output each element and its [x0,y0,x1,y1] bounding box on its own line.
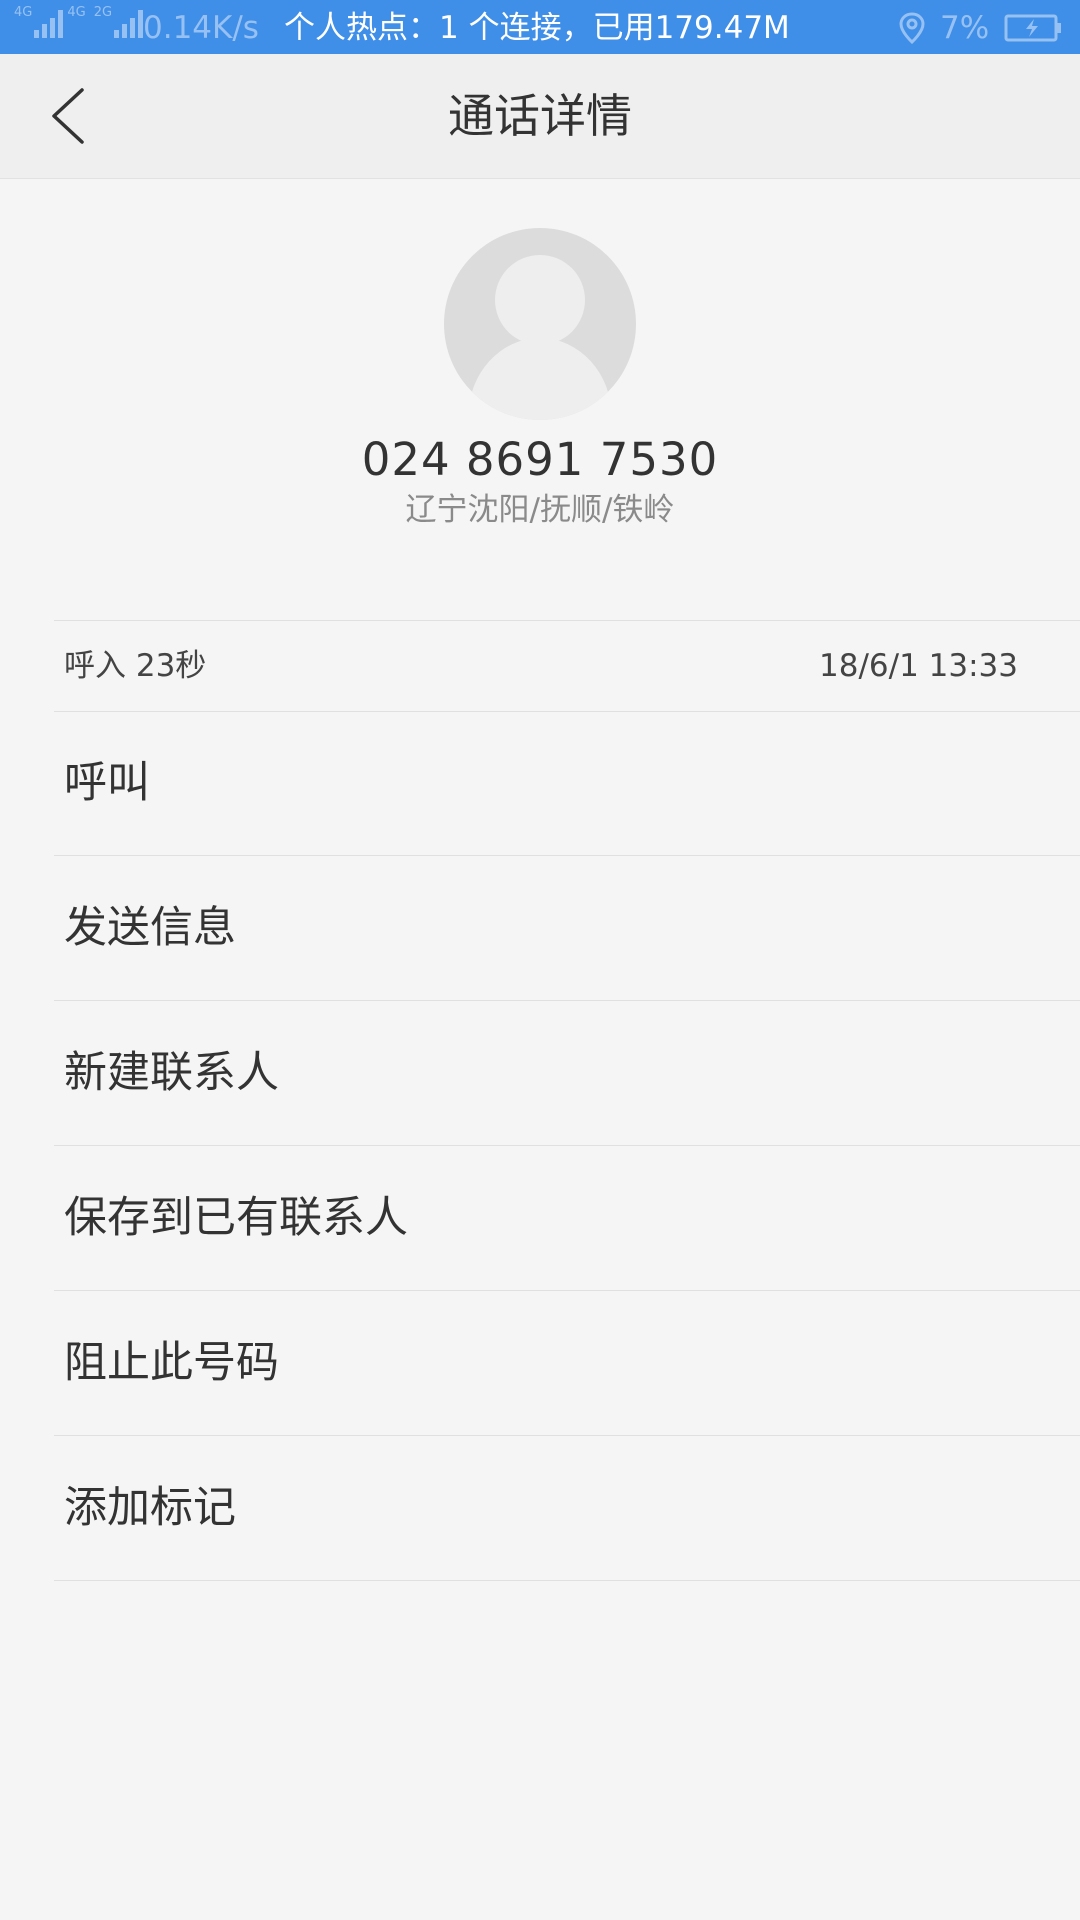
hotspot-status: 个人热点：1 个连接，已用179.47M [284,10,790,46]
action-label: 呼叫 [64,758,150,808]
call-type-duration: 呼入 23秒 [64,648,207,684]
action-label: 新建联系人 [64,1048,279,1098]
action-label: 添加标记 [64,1483,236,1533]
action-label: 发送信息 [64,903,236,953]
new-contact-button[interactable]: 新建联系人 [54,1001,1080,1146]
add-tag-button[interactable]: 添加标记 [54,1436,1080,1581]
action-list: 呼叫 发送信息 新建联系人 保存到已有联系人 阻止此号码 添加标记 [54,711,1080,1581]
status-bar: 4G 4G 2G 0.14K/s 个人热点：1 个连接，已用179.47M 7% [0,0,1080,54]
send-message-button[interactable]: 发送信息 [54,856,1080,1001]
page-title: 通话详情 [448,89,632,143]
signal-bars-icon [34,8,64,38]
location-icon [899,12,925,44]
chevron-left-icon [52,88,84,144]
battery-percentage: 7% [940,10,990,46]
network-type-label: 2G [93,5,113,20]
network-type-label: 4G [67,5,86,20]
back-button[interactable] [40,82,96,150]
battery-charging-icon [1004,14,1061,42]
header-bar: 通话详情 [0,54,1080,179]
block-number-button[interactable]: 阻止此号码 [54,1291,1080,1436]
number-location: 辽宁沈阳/抚顺/铁岭 [405,492,675,528]
save-to-existing-contact-button[interactable]: 保存到已有联系人 [54,1146,1080,1291]
call-button[interactable]: 呼叫 [54,711,1080,856]
network-speed: 0.14K/s [143,10,259,46]
action-label: 保存到已有联系人 [64,1193,408,1243]
signal-bars-icon [114,8,144,38]
phone-number: 024 8691 7530 [361,433,719,486]
action-label: 阻止此号码 [64,1338,279,1388]
network-type-label: 4G [14,5,33,20]
call-record-row: 呼入 23秒 18/6/1 13:33 [54,620,1080,712]
call-datetime: 18/6/1 13:33 [819,648,1018,684]
default-avatar-icon [444,228,636,420]
signal-indicators: 4G 4G 2G [14,5,144,38]
